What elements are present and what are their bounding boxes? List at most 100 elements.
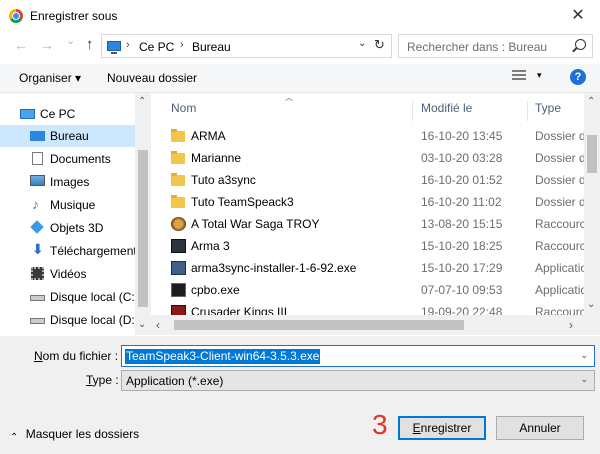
breadcrumb-bureau[interactable]: Bureau (192, 40, 231, 54)
column-header-type[interactable]: Type (535, 101, 561, 115)
file-date: 19-09-20 22:48 (421, 305, 503, 315)
address-bar[interactable]: › Ce PC › Bureau ⌄ ↻ (101, 34, 392, 58)
save-button[interactable]: Enregistrer (398, 416, 486, 440)
organize-button[interactable]: Organiser ▾ (19, 71, 81, 85)
file-row[interactable]: cpbo.exe 07-07-10 09:53 Application (151, 279, 584, 301)
sidebar-item-disque-c[interactable]: Disque local (C:) (0, 286, 139, 308)
file-row[interactable]: Tuto TeamSpeack3 16-10-20 11:02 Dossier … (151, 191, 584, 213)
sidebar-item-label: Vidéos (50, 267, 87, 281)
file-row[interactable]: A Total War Saga TROY 13-08-20 15:15 Rac… (151, 213, 584, 235)
scroll-right-icon[interactable]: › (569, 318, 573, 332)
cube-icon (30, 220, 44, 234)
sidebar-item-bureau[interactable]: Bureau (0, 125, 135, 147)
cancel-button[interactable]: Annuler (496, 416, 584, 440)
sidebar-scroll-thumb[interactable] (138, 150, 148, 307)
filename-value[interactable]: TeamSpeak3-Client-win64-3.5.3.exe (125, 349, 321, 364)
chevron-down-icon[interactable]: ⌄ (580, 350, 588, 361)
folder-icon (171, 151, 185, 164)
file-type-value: Application (*.exe) (126, 374, 224, 388)
sidebar-item-label: Disque local (D:) (50, 313, 139, 327)
command-bar: Organiser ▾ Nouveau dossier ▾ ? (0, 64, 600, 93)
column-divider[interactable] (412, 101, 413, 121)
filename-field[interactable]: TeamSpeak3-Client-win64-3.5.3.exe ⌄ (121, 345, 595, 367)
save-as-dialog: Enregistrer sous ✕ ← → ⌄ ↑ › Ce PC › Bur… (0, 0, 600, 454)
file-type: Application (535, 261, 584, 275)
scroll-down-icon[interactable]: ⌄ (138, 319, 146, 330)
documents-icon (32, 152, 43, 165)
forward-arrow-icon[interactable]: → (40, 37, 54, 53)
sidebar-item-label: Disque local (C:) (50, 290, 139, 304)
column-header-name[interactable]: Nom (171, 101, 196, 115)
scroll-up-icon[interactable]: ⌃ (587, 96, 595, 107)
sidebar-item-label: Ce PC (40, 107, 76, 121)
sidebar-item-musique[interactable]: ♪ Musique (0, 194, 135, 216)
new-folder-button[interactable]: Nouveau dossier (107, 71, 197, 85)
scroll-up-icon[interactable]: ⌃ (138, 96, 146, 107)
file-row[interactable]: arma3sync-installer-1-6-92.exe 15-10-20 … (151, 257, 584, 279)
file-type: Dossier d (535, 151, 584, 165)
file-name: Tuto TeamSpeack3 (191, 195, 294, 209)
file-row[interactable]: Marianne 03-10-20 03:28 Dossier d (151, 147, 584, 169)
file-name: A Total War Saga TROY (191, 217, 320, 231)
arma3-shortcut-icon (171, 239, 186, 253)
sidebar-item-videos[interactable]: Vidéos (0, 263, 135, 285)
type-label: Type : (86, 373, 119, 387)
up-arrow-icon[interactable]: ↑ (86, 36, 94, 53)
sidebar-item-documents[interactable]: Documents (0, 148, 135, 170)
scroll-left-icon[interactable]: ‹ (156, 318, 160, 332)
help-icon[interactable]: ? (570, 69, 586, 85)
search-placeholder: Rechercher dans : Bureau (407, 40, 548, 54)
breadcrumb-ce-pc[interactable]: Ce PC (139, 40, 174, 54)
filelist-horizontal-scrollbar[interactable]: ‹ › (151, 315, 584, 335)
sidebar-item-label: Musique (50, 198, 96, 212)
file-list: ︿ Nom Modifié le Type ARMA 16-10-20 13:4… (151, 93, 584, 315)
sidebar-item-disque-d[interactable]: Disque local (D:) (0, 309, 139, 331)
horizontal-scroll-thumb[interactable] (174, 320, 464, 330)
file-row[interactable]: Arma 3 15-10-20 18:25 Raccourci (151, 235, 584, 257)
view-options-icon[interactable] (512, 70, 526, 82)
drive-icon (30, 295, 45, 301)
recent-locations-icon[interactable]: ⌄ (66, 34, 75, 47)
file-name: ARMA (191, 129, 226, 143)
address-row: ← → ⌄ ↑ › Ce PC › Bureau ⌄ ↻ Rechercher … (0, 34, 600, 60)
sidebar-item-images[interactable]: Images (0, 171, 135, 193)
refresh-icon[interactable]: ↻ (374, 37, 385, 53)
file-row[interactable]: Tuto a3sync 16-10-20 01:52 Dossier d (151, 169, 584, 191)
file-date: 16-10-20 11:02 (421, 195, 502, 209)
chrome-icon (9, 9, 23, 23)
installer-exe-icon (171, 261, 186, 275)
file-row[interactable]: Crusader Kings III 19-09-20 22:48 Raccou… (151, 301, 584, 315)
view-dropdown-icon[interactable]: ▾ (537, 70, 542, 81)
search-input[interactable]: Rechercher dans : Bureau (398, 34, 593, 58)
file-name: Tuto a3sync (191, 173, 256, 187)
close-button[interactable]: ✕ (556, 0, 600, 32)
column-divider[interactable] (527, 101, 528, 121)
folder-icon (171, 195, 185, 208)
file-type: Raccourci (535, 217, 584, 231)
desktop-icon (30, 131, 45, 141)
column-header-modified[interactable]: Modifié le (421, 101, 472, 115)
sidebar-scrollbar[interactable]: ⌃ ⌄ (135, 93, 151, 335)
chevron-down-icon[interactable]: ⌄ (580, 374, 588, 385)
file-type: Raccourci (535, 305, 584, 315)
chevron-right-icon: › (126, 39, 130, 51)
chevron-down-icon[interactable]: ⌄ (358, 38, 366, 49)
title-bar: Enregistrer sous ✕ (0, 0, 600, 32)
scroll-down-icon[interactable]: ⌄ (587, 299, 595, 310)
file-type: Dossier d (535, 173, 584, 187)
sidebar-item-label: Objets 3D (50, 221, 104, 235)
back-arrow-icon[interactable]: ← (14, 37, 28, 53)
filelist-vertical-scrollbar[interactable]: ⌃ ⌄ (584, 93, 600, 315)
filename-label: Nom du fichier : (34, 349, 119, 363)
file-type-select[interactable]: Application (*.exe) ⌄ (121, 370, 595, 391)
file-type: Raccourci (535, 239, 584, 253)
file-type: Application (535, 283, 584, 297)
file-row[interactable]: ARMA 16-10-20 13:45 Dossier d (151, 125, 584, 147)
sidebar-item-ce-pc[interactable]: Ce PC (0, 103, 135, 125)
column-headers: ︿ Nom Modifié le Type (151, 93, 584, 121)
sidebar-item-telechargements[interactable]: ⬇ Téléchargements (0, 240, 143, 262)
search-icon (575, 39, 586, 50)
hide-folders-toggle[interactable]: ⌃ Masquer les dossiers (10, 427, 139, 443)
filelist-scroll-thumb[interactable] (587, 135, 597, 173)
sidebar-item-objets-3d[interactable]: Objets 3D (0, 217, 135, 239)
